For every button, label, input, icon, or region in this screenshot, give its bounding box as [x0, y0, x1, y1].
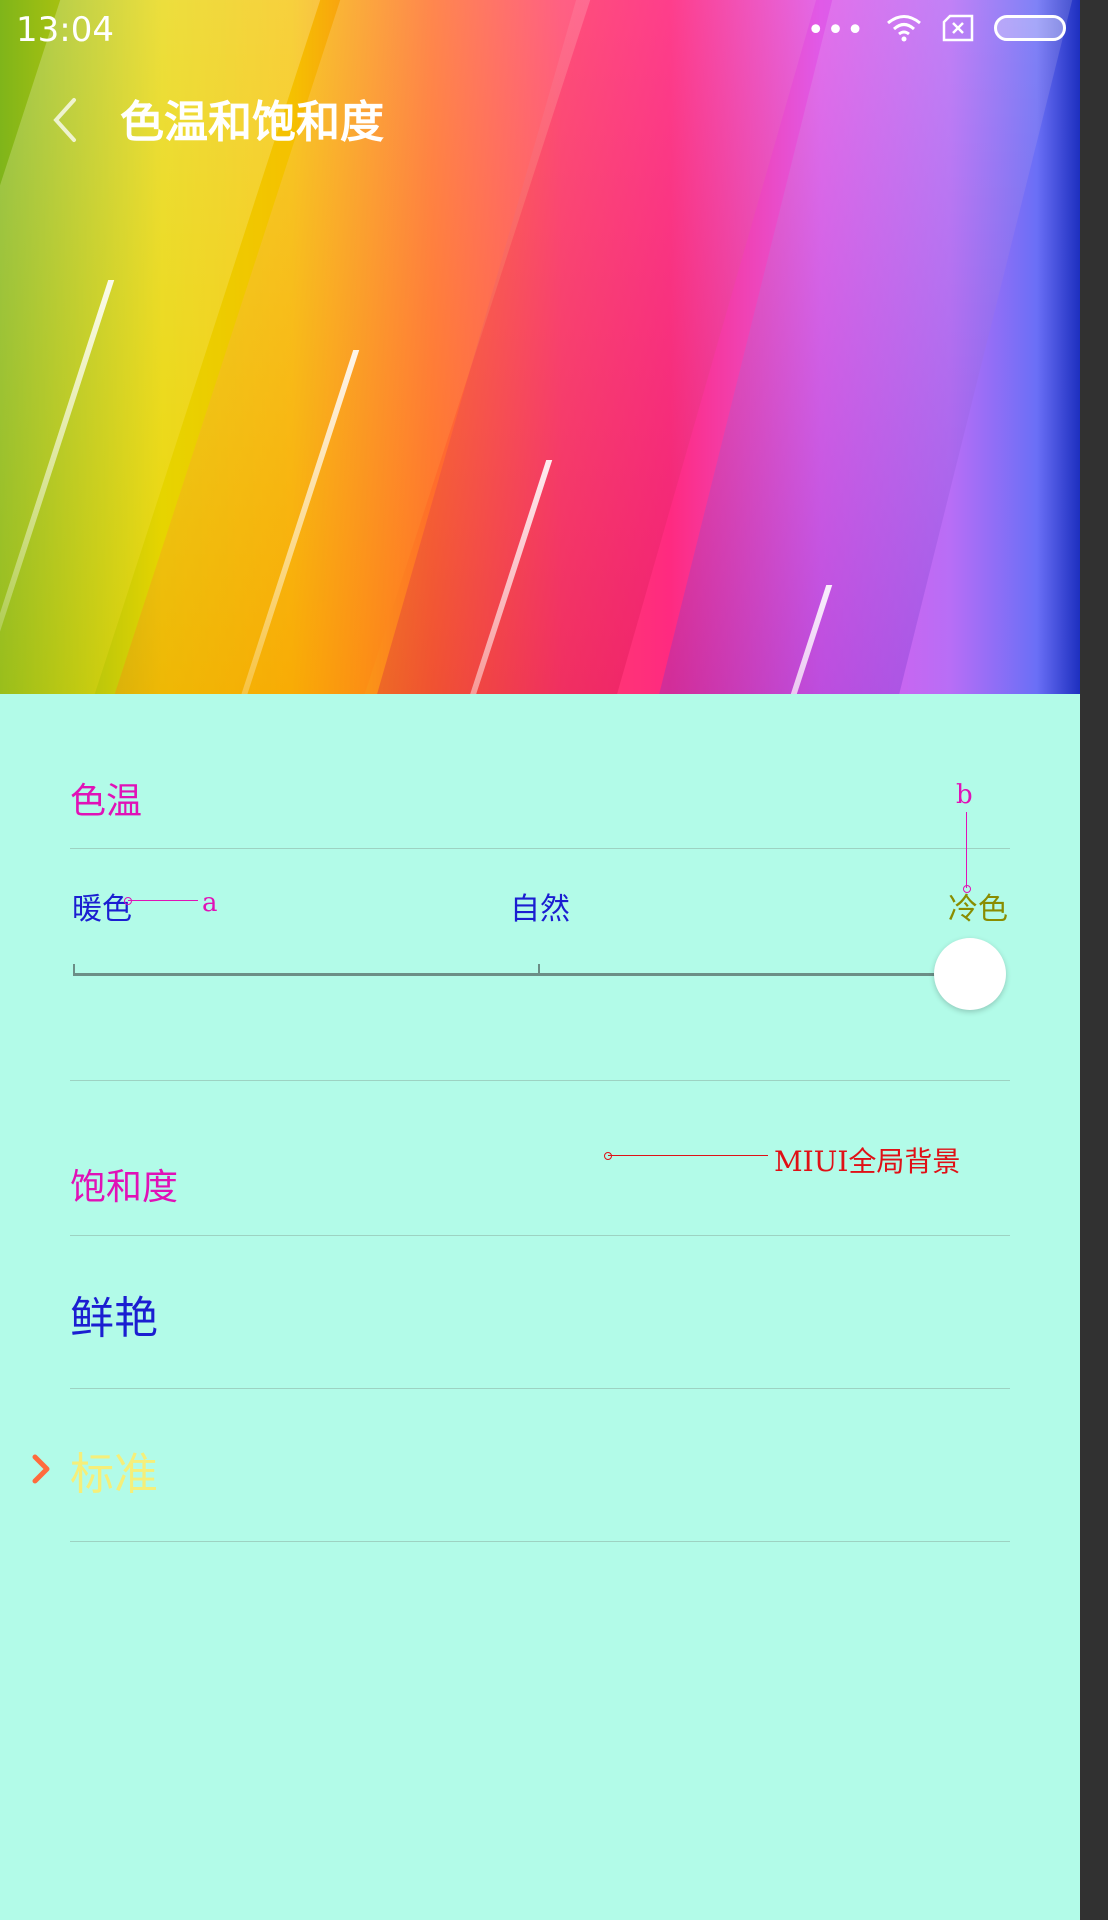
divider	[70, 1235, 1010, 1236]
divider	[70, 1388, 1010, 1389]
battery-icon	[994, 15, 1066, 41]
annotation-leader-line	[128, 900, 198, 901]
status-icons: •••	[806, 13, 1066, 48]
no-sim-icon	[942, 14, 974, 42]
annotation-leader-line	[608, 1155, 768, 1156]
back-arrow-icon[interactable]	[44, 90, 84, 150]
color-temperature-title: 色温	[70, 781, 143, 822]
annotation-leader-line	[966, 812, 967, 888]
color-temperature-slider-thumb[interactable]	[934, 938, 1006, 1010]
selected-chevron-icon	[30, 1452, 54, 1486]
natural-label: 自然	[510, 892, 570, 927]
divider	[70, 1080, 1010, 1081]
divider	[70, 1541, 1010, 1542]
saturation-option-standard[interactable]: 标准	[70, 1438, 158, 1502]
page-title: 色温和饱和度	[120, 97, 384, 148]
slider-tick	[538, 964, 540, 976]
annotation-marker	[963, 885, 971, 893]
annotation-background: MIUI全局背景	[774, 1145, 961, 1178]
header-banner: 13:04 ••• 色温和饱和度	[0, 0, 1080, 694]
warm-label: 暖色	[72, 892, 132, 927]
side-bar	[1080, 0, 1108, 1920]
wifi-icon	[886, 14, 922, 42]
divider	[70, 848, 1010, 849]
annotation-b: b	[956, 780, 973, 810]
cool-label: 冷色	[948, 892, 1008, 927]
color-temperature-slider-track[interactable]	[74, 973, 942, 976]
saturation-option-vivid[interactable]: 鲜艳	[70, 1282, 158, 1346]
saturation-title: 饱和度	[70, 1167, 179, 1208]
more-dots-icon: •••	[806, 13, 866, 48]
annotation-a: a	[202, 888, 218, 918]
status-time: 13:04	[16, 10, 114, 50]
annotation-marker	[124, 897, 132, 905]
slider-tick	[73, 964, 75, 976]
settings-screen: 13:04 ••• 色温和饱和度 色温 暖色 自然 冷色 a b 饱和度 MIU…	[0, 0, 1080, 1920]
annotation-marker	[604, 1152, 612, 1160]
